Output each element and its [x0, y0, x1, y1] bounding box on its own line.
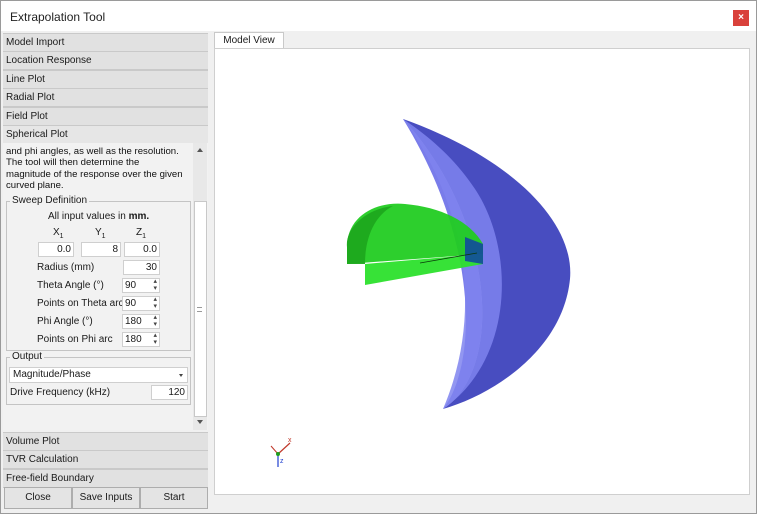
- theta-angle-value: 90: [125, 280, 137, 291]
- axis-x-label: x: [288, 437, 292, 444]
- model-viewport[interactable]: x z: [214, 48, 750, 495]
- accordion-line-plot[interactable]: Line Plot: [3, 70, 208, 89]
- phi-angle-value: 180: [125, 316, 142, 327]
- output-mode-value: Magnitude/Phase: [13, 369, 91, 380]
- accordion-field-plot[interactable]: Field Plot: [3, 107, 208, 126]
- phi-angle-label: Phi Angle (°): [37, 316, 93, 327]
- sweep-definition-group: [6, 201, 191, 351]
- drive-frequency-input[interactable]: 120: [151, 385, 188, 400]
- panel-scrollbar[interactable]: [193, 143, 207, 430]
- x-label-text: X: [53, 227, 60, 238]
- spherical-plot-panel: and phi angles, as well as the resolutio…: [3, 143, 208, 430]
- units-note-unit: mm.: [128, 211, 150, 222]
- title-bar: Extrapolation Tool ×: [1, 1, 756, 31]
- radius-label: Radius (mm): [37, 262, 95, 273]
- close-button[interactable]: Close: [4, 487, 72, 509]
- description-line: The tool will then determine the: [6, 157, 140, 169]
- spin-arrows-icon[interactable]: ▴ ▾: [153, 278, 157, 292]
- app-window: Extrapolation Tool × Model Import Locati…: [0, 0, 757, 514]
- scroll-up-icon[interactable]: [197, 148, 203, 152]
- axis-z-label: z: [280, 458, 284, 465]
- drive-frequency-label: Drive Frequency (kHz): [10, 387, 111, 398]
- save-inputs-button[interactable]: Save Inputs: [72, 487, 140, 509]
- output-legend: Output: [10, 351, 45, 362]
- phi-points-stepper[interactable]: 180 ▴ ▾: [122, 332, 160, 347]
- theta-points-value: 90: [125, 298, 137, 309]
- phi-points-label: Points on Phi arc: [37, 334, 113, 345]
- y-label: Y1: [95, 227, 106, 240]
- x-subscript: 1: [59, 233, 64, 240]
- chevron-down-icon: [179, 374, 183, 377]
- tab-model-view[interactable]: Model View: [214, 32, 284, 49]
- axis-triad-icon: x z: [270, 437, 292, 467]
- spin-arrows-icon[interactable]: ▴ ▾: [153, 296, 157, 310]
- accordion-tvr-calculation[interactable]: TVR Calculation: [3, 450, 208, 469]
- units-note: All input values in mm.: [48, 211, 149, 222]
- spin-arrows-icon[interactable]: ▴ ▾: [153, 332, 157, 346]
- accordion-label: Model Import: [6, 37, 65, 48]
- accordion-label: Location Response: [6, 55, 92, 66]
- x-input[interactable]: 0.0: [38, 242, 74, 257]
- scroll-down-icon[interactable]: [197, 420, 203, 424]
- x-label: X1: [53, 227, 64, 240]
- y-label-text: Y: [95, 227, 102, 238]
- accordion-radial-plot[interactable]: Radial Plot: [3, 88, 208, 107]
- accordion-model-import[interactable]: Model Import: [3, 33, 208, 52]
- accordion-label: Field Plot: [6, 111, 48, 122]
- description-line: curved plane.: [6, 179, 64, 191]
- output-mode-select[interactable]: Magnitude/Phase: [9, 367, 188, 383]
- phi-angle-stepper[interactable]: 180 ▴ ▾: [122, 314, 160, 329]
- accordion-label: Line Plot: [6, 74, 45, 85]
- accordion-free-field-boundary[interactable]: Free-field Boundary: [3, 469, 208, 488]
- theta-angle-stepper[interactable]: 90 ▴ ▾: [122, 278, 160, 293]
- phi-points-value: 180: [125, 334, 142, 345]
- theta-points-stepper[interactable]: 90 ▴ ▾: [122, 296, 160, 311]
- sweep-definition-legend: Sweep Definition: [10, 195, 90, 206]
- accordion-spherical-plot[interactable]: Spherical Plot: [3, 125, 208, 144]
- y-input[interactable]: 8: [81, 242, 121, 257]
- window-title: Extrapolation Tool: [10, 10, 106, 24]
- description-line: and phi angles, as well as the resolutio…: [6, 146, 179, 157]
- theta-points-label: Points on Theta arc: [37, 298, 124, 309]
- z-label: Z1: [136, 227, 146, 240]
- theta-angle-label: Theta Angle (°): [37, 280, 104, 291]
- accordion-label: TVR Calculation: [6, 454, 79, 465]
- accordion-label: Radial Plot: [6, 92, 55, 103]
- accordion-location-response[interactable]: Location Response: [3, 51, 208, 70]
- radius-input[interactable]: 30: [123, 260, 160, 275]
- description-line: magnitude of the response over the given: [6, 168, 183, 180]
- description-text: and phi angles, as well as the resolutio…: [6, 146, 190, 191]
- spin-arrows-icon[interactable]: ▴ ▾: [153, 314, 157, 328]
- accordion-volume-plot[interactable]: Volume Plot: [3, 432, 208, 451]
- close-icon[interactable]: ×: [733, 10, 749, 26]
- accordion-label: Spherical Plot: [6, 129, 68, 140]
- accordion-label: Free-field Boundary: [6, 473, 94, 484]
- z-input[interactable]: 0.0: [124, 242, 160, 257]
- start-button[interactable]: Start: [140, 487, 208, 509]
- scrollbar-grip-icon: [197, 307, 202, 312]
- z-subscript: 1: [142, 233, 147, 240]
- model-render: x z: [270, 119, 571, 467]
- y-subscript: 1: [101, 233, 106, 240]
- units-note-prefix: All input values in: [48, 211, 129, 222]
- accordion-label: Volume Plot: [6, 436, 60, 447]
